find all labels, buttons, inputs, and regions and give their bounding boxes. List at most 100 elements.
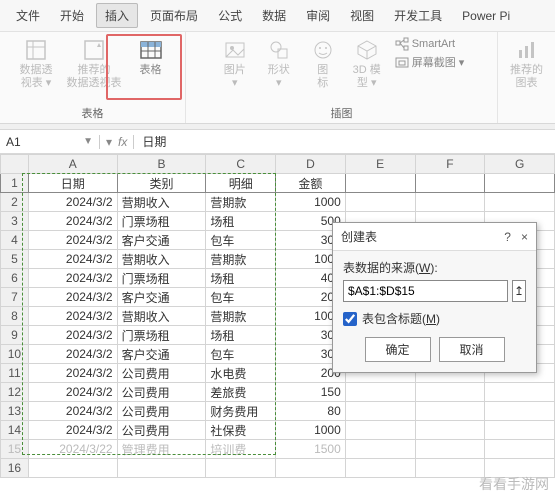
range-selector-button[interactable]: ↥ <box>512 280 526 302</box>
col-header-f[interactable]: F <box>415 155 485 174</box>
cell[interactable]: 1000 <box>276 193 346 212</box>
cell[interactable]: 公司费用 <box>117 383 206 402</box>
screenshot-button[interactable]: 屏幕截图 ▾ <box>392 53 468 71</box>
cell[interactable]: 场租 <box>206 212 276 231</box>
cell[interactable]: 营期款 <box>206 250 276 269</box>
menu-formulas[interactable]: 公式 <box>210 4 250 27</box>
cell[interactable] <box>485 421 555 440</box>
cell[interactable]: 培训费 <box>206 440 276 459</box>
cell[interactable] <box>415 174 485 193</box>
cell[interactable]: 营期收入 <box>117 250 206 269</box>
menu-review[interactable]: 审阅 <box>298 4 338 27</box>
cell[interactable]: 明细 <box>206 174 276 193</box>
cell[interactable] <box>415 193 485 212</box>
row-header[interactable]: 10 <box>1 345 29 364</box>
icons-button[interactable]: 图标 <box>304 36 342 92</box>
cell[interactable] <box>345 459 415 478</box>
row-header[interactable]: 16 <box>1 459 29 478</box>
menu-page-layout[interactable]: 页面布局 <box>142 4 206 27</box>
row-header[interactable]: 12 <box>1 383 29 402</box>
row-header[interactable]: 6 <box>1 269 29 288</box>
cell[interactable]: 2024/3/2 <box>28 364 117 383</box>
shapes-button[interactable]: 形状▾ <box>260 36 298 92</box>
row-header[interactable]: 7 <box>1 288 29 307</box>
cell[interactable] <box>276 459 346 478</box>
cell[interactable]: 2024/3/2 <box>28 212 117 231</box>
row-header[interactable]: 3 <box>1 212 29 231</box>
cell[interactable] <box>345 383 415 402</box>
help-icon[interactable]: ? <box>504 230 511 244</box>
cell[interactable]: 场租 <box>206 269 276 288</box>
cell[interactable]: 包车 <box>206 231 276 250</box>
pictures-button[interactable]: 图片▾ <box>216 36 254 92</box>
row-header[interactable]: 11 <box>1 364 29 383</box>
col-header-a[interactable]: A <box>28 155 117 174</box>
cell[interactable]: 营期收入 <box>117 307 206 326</box>
cell[interactable] <box>485 193 555 212</box>
cell[interactable]: 2024/3/2 <box>28 345 117 364</box>
cell[interactable]: 2024/3/2 <box>28 193 117 212</box>
cell[interactable]: 门票场租 <box>117 326 206 345</box>
cell[interactable]: 1500 <box>276 440 346 459</box>
cell[interactable]: 2024/3/2 <box>28 326 117 345</box>
cell[interactable]: 客户交通 <box>117 345 206 364</box>
col-header-c[interactable]: C <box>206 155 276 174</box>
cell[interactable]: 门票场租 <box>117 212 206 231</box>
cell[interactable]: 2024/3/2 <box>28 231 117 250</box>
cell[interactable]: 2024/3/22 <box>28 440 117 459</box>
3d-models-button[interactable]: 3D 模型 ▾ <box>348 36 386 92</box>
cell[interactable]: 包车 <box>206 345 276 364</box>
col-header-g[interactable]: G <box>485 155 555 174</box>
cell[interactable]: 营期收入 <box>117 193 206 212</box>
row-header[interactable]: 13 <box>1 402 29 421</box>
menu-power-pivot[interactable]: Power Pi <box>454 6 518 26</box>
cell[interactable] <box>206 459 276 478</box>
cell[interactable] <box>415 440 485 459</box>
cell[interactable]: 1000 <box>276 421 346 440</box>
cell[interactable]: 类别 <box>117 174 206 193</box>
cell[interactable]: 公司费用 <box>117 402 206 421</box>
cell[interactable] <box>415 459 485 478</box>
recommended-charts-button[interactable]: 推荐的图表 <box>506 36 547 92</box>
fx-icon[interactable]: fx <box>118 135 127 149</box>
cell[interactable]: 2024/3/2 <box>28 421 117 440</box>
menu-view[interactable]: 视图 <box>342 4 382 27</box>
cell[interactable]: 日期 <box>28 174 117 193</box>
menu-data[interactable]: 数据 <box>254 4 294 27</box>
row-header[interactable]: 14 <box>1 421 29 440</box>
cell[interactable]: 2024/3/2 <box>28 250 117 269</box>
menu-developer[interactable]: 开发工具 <box>386 4 450 27</box>
table-button[interactable]: 表格 <box>132 36 170 79</box>
row-header[interactable]: 2 <box>1 193 29 212</box>
formula-value[interactable]: 日期 <box>134 133 174 150</box>
cell[interactable]: 客户交通 <box>117 288 206 307</box>
formula-dropdown-icon[interactable]: ▾ <box>106 135 112 149</box>
cell[interactable]: 金额 <box>276 174 346 193</box>
cell[interactable] <box>415 383 485 402</box>
row-header[interactable]: 4 <box>1 231 29 250</box>
cell[interactable] <box>345 440 415 459</box>
cell[interactable] <box>117 459 206 478</box>
cell[interactable]: 营期款 <box>206 193 276 212</box>
cell[interactable]: 管理费用 <box>117 440 206 459</box>
row-header[interactable]: 9 <box>1 326 29 345</box>
cell[interactable] <box>485 383 555 402</box>
cell[interactable]: 2024/3/2 <box>28 402 117 421</box>
cell[interactable]: 门票场租 <box>117 269 206 288</box>
menu-home[interactable]: 开始 <box>52 4 92 27</box>
menu-file[interactable]: 文件 <box>8 4 48 27</box>
pivot-table-button[interactable]: 数据透视表 ▾ <box>16 36 57 92</box>
ok-button[interactable]: 确定 <box>365 337 431 362</box>
source-range-input[interactable] <box>343 280 508 302</box>
cell[interactable]: 营期款 <box>206 307 276 326</box>
cell[interactable]: 2024/3/2 <box>28 383 117 402</box>
cell[interactable]: 80 <box>276 402 346 421</box>
row-header[interactable]: 15 <box>1 440 29 459</box>
cell[interactable] <box>415 421 485 440</box>
cell[interactable] <box>485 402 555 421</box>
cell[interactable] <box>345 421 415 440</box>
cell[interactable]: 公司费用 <box>117 364 206 383</box>
smartart-button[interactable]: SmartArt <box>392 36 468 52</box>
name-box[interactable]: A1 ▼ <box>0 135 100 149</box>
recommended-pivot-button[interactable]: 推荐的数据透视表 <box>63 36 126 92</box>
